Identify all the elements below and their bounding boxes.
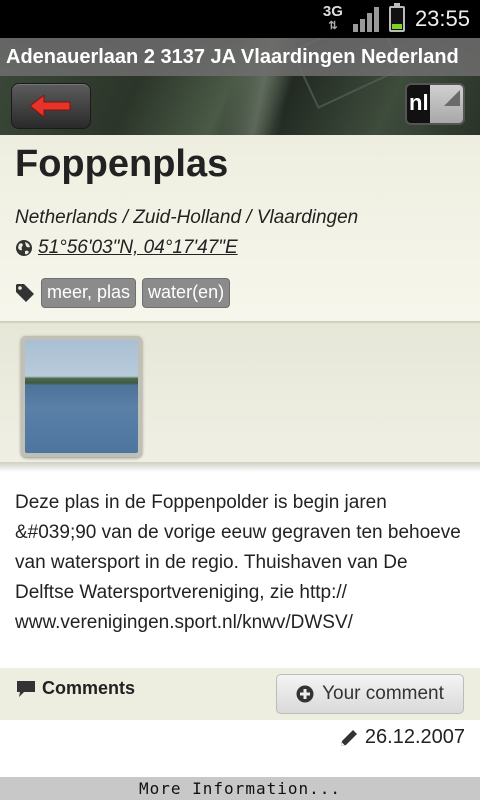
network-type-label: 3G bbox=[322, 3, 343, 20]
photo-thumbnail[interactable] bbox=[21, 336, 142, 457]
lake-photo bbox=[25, 340, 138, 453]
tag-chip[interactable]: water(en) bbox=[142, 278, 231, 308]
map-header: Adenauerlaan 2 3137 JA Vlaardingen Neder… bbox=[0, 38, 480, 135]
status-icons: 3G ⇅ 23:55 bbox=[323, 0, 470, 38]
place-title: Foppenplas bbox=[15, 143, 229, 185]
edit-date: 26.12.2007 bbox=[364, 726, 465, 748]
add-comment-button[interactable]: Your comment bbox=[276, 674, 464, 714]
edit-date-row: 26.12.2007 bbox=[339, 726, 465, 749]
tag-icon bbox=[16, 284, 34, 302]
language-label: nl bbox=[409, 90, 429, 115]
data-activity-icon: ⇅ bbox=[328, 20, 338, 32]
tag-list: meer, plas water(en) bbox=[15, 278, 231, 308]
address-bar: Adenauerlaan 2 3137 JA Vlaardingen Neder… bbox=[0, 38, 480, 76]
tag-chip[interactable]: meer, plas bbox=[41, 278, 137, 308]
globe-icon bbox=[16, 240, 32, 256]
back-arrow-icon bbox=[30, 95, 71, 117]
coordinates-link[interactable]: 51°56'03"N, 04°17'47"E bbox=[38, 237, 238, 259]
more-information-button[interactable]: More Information... bbox=[0, 777, 480, 800]
pencil-icon bbox=[340, 729, 357, 746]
place-description: Deze plas in de Foppenpolder is begin ja… bbox=[15, 492, 461, 633]
photo-gallery bbox=[0, 324, 480, 462]
status-clock: 23:55 bbox=[414, 6, 470, 31]
back-button[interactable] bbox=[11, 83, 91, 129]
language-selector[interactable]: nl bbox=[405, 83, 465, 125]
location-breadcrumb: Netherlands / Zuid-Holland / Vlaardingen bbox=[15, 207, 359, 228]
comments-header: Comments bbox=[16, 678, 135, 699]
battery-icon bbox=[388, 3, 405, 32]
comments-bar: Comments Your comment bbox=[0, 668, 480, 720]
status-bar: 3G ⇅ 23:55 bbox=[0, 0, 480, 38]
comment-bubble-icon bbox=[17, 680, 35, 697]
signal-strength-icon bbox=[352, 6, 379, 32]
language-dropdown-handle[interactable] bbox=[430, 85, 463, 123]
network-type-indicator: 3G ⇅ bbox=[322, 3, 343, 33]
place-info-panel: Foppenplas Netherlands / Zuid-Holland / … bbox=[0, 135, 480, 321]
coordinates-row: 51°56'03"N, 04°17'47"E bbox=[15, 237, 238, 259]
comments-label: Comments bbox=[42, 678, 136, 698]
add-comment-label: Your comment bbox=[322, 683, 444, 704]
divider bbox=[0, 462, 480, 472]
dropdown-triangle-icon bbox=[444, 90, 460, 106]
plus-circle-icon bbox=[296, 685, 314, 703]
